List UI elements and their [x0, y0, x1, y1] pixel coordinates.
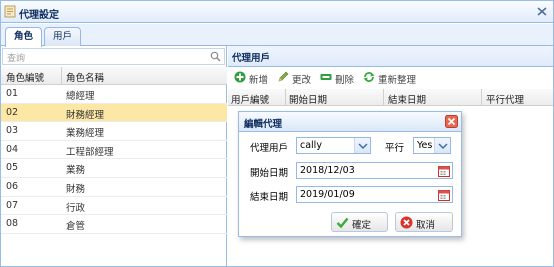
window-titlebar: 代理設定: [1, 1, 553, 23]
edit-button[interactable]: 更改: [277, 71, 317, 86]
cancel-icon: [400, 216, 413, 229]
table-row[interactable]: 03 業務經理: [1, 122, 227, 141]
dialog-title: 編輯代理: [244, 119, 283, 130]
agent-user-label: 代理用戶: [250, 143, 289, 154]
tab-users[interactable]: 用戶: [44, 27, 81, 46]
agent-user-value: cally: [300, 140, 322, 151]
agents-grid-header: 用戶編號 開始日期 結束日期 平行代理: [228, 89, 553, 106]
agents-toolbar: 新增 更改 刪除 重新整理: [228, 68, 553, 88]
role-id-cell: 01: [6, 88, 19, 99]
calendar-icon[interactable]: [438, 165, 450, 177]
cancel-button[interactable]: 取消: [395, 212, 453, 232]
parallel-select[interactable]: Yes: [413, 137, 451, 154]
column-header-parallel[interactable]: 平行代理: [486, 92, 524, 106]
pencil-icon: [278, 71, 289, 82]
tab-strip: 角色 用戶: [1, 24, 553, 47]
end-date-field[interactable]: 2019/01/09: [296, 186, 453, 203]
table-row[interactable]: 05 業務: [1, 159, 227, 178]
delete-button[interactable]: 刪除: [320, 71, 360, 86]
role-name-cell: 總經理: [66, 91, 95, 102]
role-name-cell: 財務: [66, 183, 86, 195]
dialog-close-icon[interactable]: [445, 115, 458, 128]
role-name-cell: 財務經理: [66, 109, 105, 121]
settings-app-icon: [4, 5, 16, 18]
column-header-role-name[interactable]: 角色名稱: [66, 70, 104, 84]
delete-label: 刪除: [335, 75, 355, 86]
edit-agent-dialog: 編輯代理 代理用戶 cally 平行 Yes 開始日期 2018/12/03 結…: [238, 111, 462, 237]
role-id-cell: 06: [6, 180, 19, 192]
role-id-cell: 02: [6, 106, 19, 118]
refresh-label: 重新整理: [378, 75, 417, 86]
role-id-cell: 05: [6, 162, 19, 174]
roles-grid-body: 01 總經理 02 財務經理 03 業務經理 04 工程部經理 05 業務 06 財務 07 行政 08 倉管: [1, 85, 227, 234]
refresh-button[interactable]: 重新整理: [363, 71, 423, 86]
end-date-label: 結束日期: [250, 192, 289, 203]
role-id-cell: 03: [6, 125, 19, 137]
role-name-cell: 行政: [66, 202, 86, 214]
role-name-cell: 倉管: [66, 221, 86, 233]
column-divider: [383, 89, 384, 106]
role-name-cell: 業務經理: [66, 128, 105, 140]
agent-settings-window: 代理設定 角色 用戶 查詢 角色編號 角色名稱 01 總經理 02 財務經理 03 業務經…: [0, 0, 554, 267]
column-header-end-date[interactable]: 結束日期: [388, 92, 426, 106]
roles-grid-header: 角色編號 角色名稱: [1, 67, 227, 85]
chevron-down-icon[interactable]: [354, 138, 370, 153]
tab-roles[interactable]: 角色: [5, 27, 42, 47]
search-input[interactable]: 查詢: [2, 48, 225, 65]
table-row[interactable]: 07 行政: [1, 197, 227, 216]
minus-icon: [320, 74, 332, 80]
column-header-role-id[interactable]: 角色編號: [6, 70, 44, 84]
refresh-icon: [363, 72, 375, 82]
close-icon[interactable]: [536, 6, 548, 17]
ok-button[interactable]: 確定: [331, 212, 388, 232]
role-name-cell: 業務: [66, 165, 86, 177]
agents-panel-header: 代理用戶: [228, 46, 553, 67]
table-row[interactable]: 02 財務經理: [1, 103, 227, 123]
start-date-field[interactable]: 2018/12/03: [296, 162, 453, 179]
table-row[interactable]: 04 工程部經理: [1, 141, 227, 160]
parallel-value: Yes: [417, 140, 433, 151]
role-id-cell: 08: [6, 218, 19, 230]
column-header-user-id[interactable]: 用戶編號: [231, 92, 269, 106]
roles-panel: 查詢 角色編號 角色名稱 01 總經理 02 財務經理 03 業務經理 04 工程部經理 05 業…: [1, 46, 227, 267]
window-title: 代理設定: [19, 10, 59, 21]
add-label: 新增: [249, 75, 269, 86]
edit-label: 更改: [292, 75, 312, 86]
add-button[interactable]: 新增: [234, 71, 274, 86]
checkmark-icon: [336, 217, 349, 229]
table-row[interactable]: 06 財務: [1, 178, 227, 197]
role-id-cell: 07: [6, 199, 19, 211]
table-row[interactable]: 08 倉管: [1, 215, 227, 234]
role-name-cell: 工程部經理: [66, 146, 114, 158]
dialog-titlebar: 編輯代理: [239, 112, 461, 132]
cancel-label: 取消: [416, 220, 436, 231]
add-icon: [234, 71, 246, 83]
column-divider: [481, 89, 482, 106]
column-divider: [61, 67, 62, 85]
role-id-cell: 04: [6, 143, 19, 155]
start-date-value: 2018/12/03: [300, 165, 355, 176]
parallel-label: 平行: [385, 143, 405, 154]
table-row[interactable]: 01 總經理: [1, 85, 227, 104]
search-icon[interactable]: [210, 51, 221, 62]
agent-user-select[interactable]: cally: [296, 137, 371, 154]
column-divider: [285, 89, 286, 106]
column-header-start-date[interactable]: 開始日期: [289, 92, 327, 106]
agents-panel-title: 代理用戶: [232, 53, 271, 64]
chevron-down-icon[interactable]: [434, 138, 450, 153]
start-date-label: 開始日期: [250, 168, 289, 179]
calendar-icon[interactable]: [438, 189, 450, 201]
end-date-value: 2019/01/09: [300, 189, 355, 200]
search-placeholder: 查詢: [7, 54, 26, 64]
ok-label: 確定: [352, 220, 372, 231]
